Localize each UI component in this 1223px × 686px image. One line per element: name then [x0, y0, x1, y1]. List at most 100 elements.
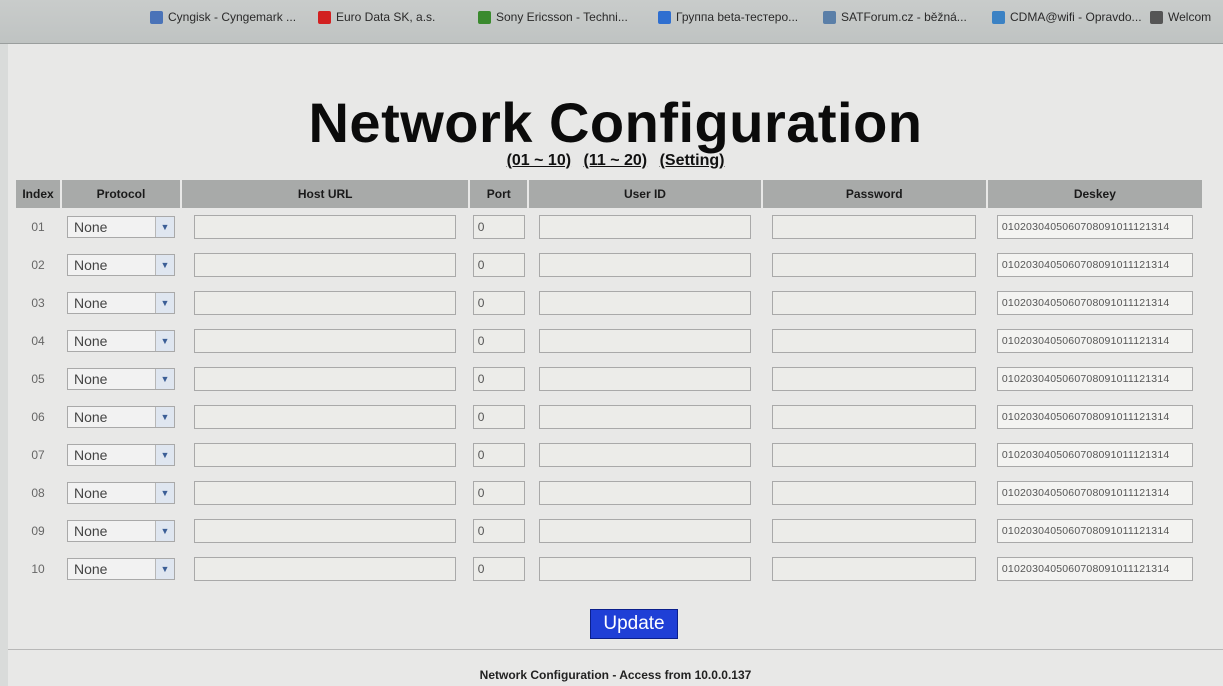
host-url-input[interactable] [194, 215, 457, 239]
user-id-input[interactable] [538, 557, 751, 581]
update-button[interactable]: Update [590, 609, 678, 639]
protocol-select[interactable]: None ▼ [67, 292, 175, 314]
port-input[interactable] [472, 329, 525, 353]
deskey-input[interactable] [996, 367, 1193, 391]
port-input[interactable] [472, 557, 525, 581]
host-url-input[interactable] [194, 253, 457, 277]
deskey-input[interactable] [996, 291, 1193, 315]
protocol-select[interactable]: None ▼ [67, 444, 175, 466]
bookmark-item[interactable]: CDMA@wifi - Opravdo... [992, 10, 1142, 24]
protocol-select[interactable]: None ▼ [67, 254, 175, 276]
bookmark-label: Cyngisk - Cyngemark ... [168, 10, 297, 24]
port-input[interactable] [472, 405, 525, 429]
protocol-cell: None ▼ [62, 246, 180, 284]
password-input[interactable] [772, 519, 977, 543]
deskey-input[interactable] [996, 443, 1193, 467]
deskey-input[interactable] [996, 329, 1193, 353]
bookmark-item[interactable]: Cyngisk - Cyngemark ... [150, 10, 296, 24]
port-input[interactable] [472, 291, 525, 315]
host-url-input[interactable] [194, 291, 457, 315]
range-link-11-20[interactable]: (11 ~ 20) [584, 152, 648, 169]
chevron-down-icon[interactable]: ▼ [155, 445, 174, 465]
user-id-cell [529, 512, 761, 550]
user-id-input[interactable] [538, 519, 751, 543]
user-id-input[interactable] [538, 253, 751, 277]
chevron-down-icon[interactable]: ▼ [155, 369, 174, 389]
table-row: 04 None ▼ [16, 322, 1202, 360]
host-url-input[interactable] [194, 329, 457, 353]
host-url-cell [182, 474, 468, 512]
row-index: 09 [31, 524, 45, 538]
password-input[interactable] [772, 443, 977, 467]
deskey-input[interactable] [996, 557, 1193, 581]
user-id-input[interactable] [538, 481, 751, 505]
host-url-input[interactable] [194, 443, 457, 467]
host-url-input[interactable] [194, 367, 457, 391]
deskey-input[interactable] [996, 253, 1193, 277]
password-input[interactable] [772, 405, 977, 429]
user-id-cell [529, 398, 761, 436]
chevron-down-icon[interactable]: ▼ [155, 293, 174, 313]
protocol-cell: None ▼ [62, 208, 180, 246]
user-id-cell [529, 436, 761, 474]
chevron-down-icon[interactable]: ▼ [155, 217, 174, 237]
password-input[interactable] [772, 557, 977, 581]
port-input[interactable] [472, 215, 525, 239]
bookmark-item[interactable]: SATForum.cz - běžná... [823, 10, 967, 24]
password-input[interactable] [772, 367, 977, 391]
deskey-input[interactable] [996, 215, 1193, 239]
bookmark-item[interactable]: Группа beta-тестеро... [658, 10, 798, 24]
protocol-select[interactable]: None ▼ [67, 330, 175, 352]
protocol-select[interactable]: None ▼ [67, 520, 175, 542]
port-input[interactable] [472, 443, 525, 467]
protocol-select[interactable]: None ▼ [67, 558, 175, 580]
user-id-cell [529, 550, 761, 588]
bookmark-item[interactable]: Sony Ericsson - Techni... [478, 10, 628, 24]
chevron-down-icon[interactable]: ▼ [155, 255, 174, 275]
host-url-input[interactable] [194, 557, 457, 581]
password-cell [763, 474, 986, 512]
password-input[interactable] [772, 253, 977, 277]
protocol-value: None [74, 523, 108, 539]
port-input[interactable] [472, 253, 525, 277]
password-input[interactable] [772, 481, 977, 505]
chevron-down-icon[interactable]: ▼ [155, 521, 174, 541]
password-input[interactable] [772, 215, 977, 239]
chevron-down-icon[interactable]: ▼ [155, 407, 174, 427]
host-url-input[interactable] [194, 519, 457, 543]
host-url-input[interactable] [194, 405, 457, 429]
bookmark-label: Euro Data SK, a.s. [336, 10, 436, 24]
password-cell [763, 398, 986, 436]
user-id-input[interactable] [538, 443, 751, 467]
password-input[interactable] [772, 329, 977, 353]
user-id-input[interactable] [538, 367, 751, 391]
password-cell [763, 322, 986, 360]
bookmark-item[interactable]: Welcom [1150, 10, 1211, 24]
protocol-select[interactable]: None ▼ [67, 406, 175, 428]
user-id-input[interactable] [538, 405, 751, 429]
deskey-cell [988, 398, 1202, 436]
host-url-input[interactable] [194, 481, 457, 505]
password-input[interactable] [772, 291, 977, 315]
protocol-cell: None ▼ [62, 550, 180, 588]
chevron-down-icon[interactable]: ▼ [155, 331, 174, 351]
chevron-down-icon[interactable]: ▼ [155, 559, 174, 579]
bookmark-item[interactable]: Euro Data SK, a.s. [318, 10, 435, 24]
range-link-01-10[interactable]: (01 ~ 10) [507, 152, 571, 169]
user-id-input[interactable] [538, 291, 751, 315]
port-input[interactable] [472, 481, 525, 505]
deskey-cell [988, 246, 1202, 284]
user-id-input[interactable] [538, 215, 751, 239]
user-id-input[interactable] [538, 329, 751, 353]
port-input[interactable] [472, 519, 525, 543]
table-row: 05 None ▼ [16, 360, 1202, 398]
protocol-select[interactable]: None ▼ [67, 216, 175, 238]
chevron-down-icon[interactable]: ▼ [155, 483, 174, 503]
deskey-input[interactable] [996, 481, 1193, 505]
protocol-select[interactable]: None ▼ [67, 368, 175, 390]
protocol-select[interactable]: None ▼ [67, 482, 175, 504]
port-input[interactable] [472, 367, 525, 391]
setting-link[interactable]: (Setting) [660, 152, 725, 169]
deskey-input[interactable] [996, 519, 1193, 543]
deskey-input[interactable] [996, 405, 1193, 429]
